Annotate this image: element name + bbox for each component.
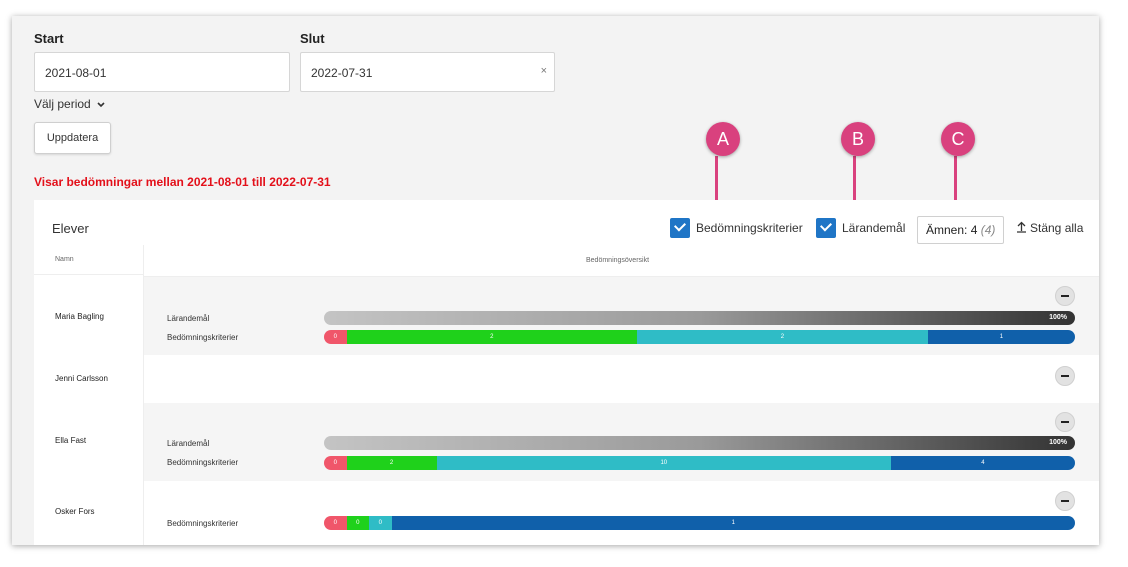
criteria-segment: 0 <box>324 516 347 530</box>
criteria-label: Bedömningskriterier <box>167 519 239 528</box>
student-name: Ella Fast <box>55 436 87 445</box>
criteria-segment: 2 <box>346 330 638 344</box>
close-all-label: Stäng alla <box>1030 221 1084 235</box>
checkbox-checked-icon[interactable] <box>670 218 690 238</box>
marker-c: C <box>941 122 975 156</box>
criteria-segment: 1 <box>927 330 1075 344</box>
update-button[interactable]: Uppdatera <box>34 122 111 154</box>
panel-title: Elever <box>52 221 89 236</box>
criteria-bar: 0221 <box>324 330 1075 344</box>
criteria-label: Bedömningskriterier <box>167 458 239 467</box>
goal-progress-bar: 100% <box>324 311 1075 325</box>
criteria-segment: 4 <box>890 456 1075 470</box>
subjects-button[interactable]: Ämnen: 4 (4) <box>917 216 1005 244</box>
goal-label: Lärandemål <box>167 314 210 323</box>
criteria-segment: 10 <box>436 456 891 470</box>
criteria-label: Bedömningskriterier <box>167 333 239 342</box>
col-name-header: Namn <box>55 256 74 263</box>
collapse-up-icon <box>1017 221 1026 233</box>
period-select[interactable]: Välj period <box>34 97 105 111</box>
marker-b: B <box>841 122 875 156</box>
subjects-count: (4) <box>980 223 996 237</box>
toggle-goals-label: Lärandemål <box>842 221 906 235</box>
goal-progress-bar: 100% <box>324 436 1075 450</box>
end-label: Slut <box>300 31 325 46</box>
student-name: Maria Bagling <box>55 312 104 321</box>
checkbox-checked-icon[interactable] <box>816 218 836 238</box>
period-label: Välj period <box>34 97 91 111</box>
criteria-segment: 0 <box>324 330 347 344</box>
goal-percent: 100% <box>1049 439 1067 446</box>
close-all-button[interactable]: Stäng alla <box>1016 221 1083 235</box>
goal-label: Lärandemål <box>167 439 210 448</box>
criteria-segment: 1 <box>391 516 1075 530</box>
name-column: Namn <box>34 245 144 545</box>
divider <box>34 274 144 275</box>
student-name: Jenni Carlsson <box>55 374 108 383</box>
criteria-bar: 0001 <box>324 516 1075 530</box>
criteria-segment: 2 <box>637 330 928 344</box>
student-name: Osker Fors <box>55 507 95 516</box>
marker-a: A <box>706 122 740 156</box>
chevron-down-icon <box>97 102 105 107</box>
collapse-row-button[interactable] <box>1055 491 1075 511</box>
criteria-bar: 0 2 10 4 <box>324 456 1075 470</box>
collapse-row-button[interactable] <box>1055 366 1075 386</box>
range-message: Visar bedömningar mellan 2021-08-01 till… <box>34 175 331 189</box>
col-overview-header: Bedömningsöversikt <box>586 257 650 264</box>
criteria-segment: 2 <box>346 456 437 470</box>
collapse-row-button[interactable] <box>1055 412 1075 432</box>
students-panel: Elever Bedömningskriterier Lärandemål Äm… <box>34 200 1099 545</box>
clear-icon[interactable]: × <box>541 65 547 77</box>
toggle-criteria[interactable]: Bedömningskriterier <box>670 218 803 238</box>
toggle-criteria-label: Bedömningskriterier <box>696 221 803 235</box>
criteria-segment: 0 <box>324 456 347 470</box>
start-label: Start <box>34 31 64 46</box>
start-date-input[interactable]: 2021-08-01 <box>34 52 290 92</box>
subjects-label: Ämnen: 4 <box>926 223 978 237</box>
criteria-segment: 0 <box>369 516 392 530</box>
collapse-row-button[interactable] <box>1055 286 1075 306</box>
start-date-value: 2021-08-01 <box>45 66 107 80</box>
goal-percent: 100% <box>1049 314 1067 321</box>
end-date-input[interactable]: 2022-07-31 × <box>300 52 555 92</box>
toggle-goals[interactable]: Lärandemål <box>816 218 905 238</box>
app-window: Start 2021-08-01 Slut 2022-07-31 × Välj … <box>12 16 1099 545</box>
end-date-value: 2022-07-31 <box>311 66 373 80</box>
criteria-segment: 0 <box>346 516 370 530</box>
